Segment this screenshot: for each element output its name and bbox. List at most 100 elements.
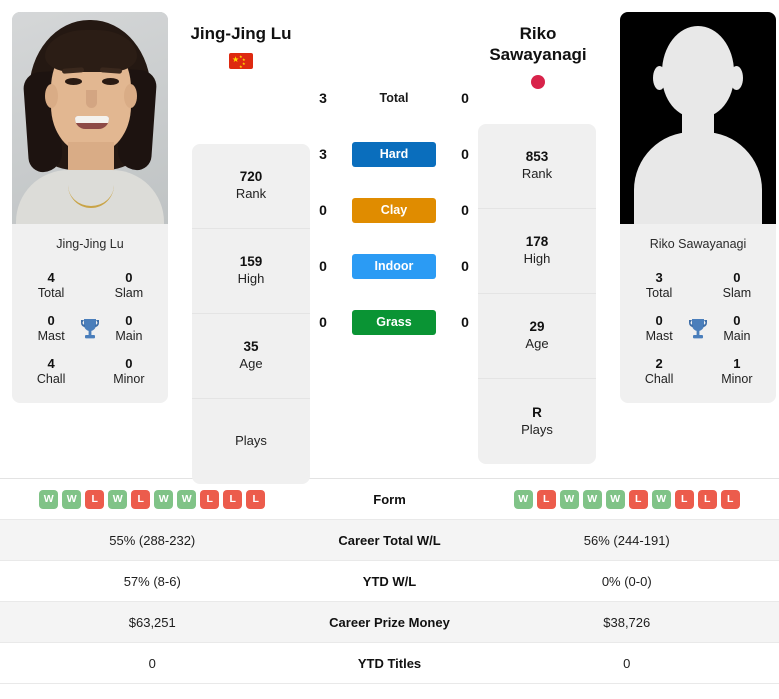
surface-label-grass[interactable]: Grass <box>352 309 436 335</box>
right-player-name-block: Riko Sawayanagi <box>473 24 603 90</box>
stat-main: 0 Main <box>115 313 143 343</box>
right-player-titles-grid: 3 Total 0 Slam 0 Mast 0 Main 2 Chall 1 M… <box>620 264 776 403</box>
left-player-meta-card: 720 Rank 159 High 35 Age Plays <box>192 144 310 484</box>
table-row: $63,251 Career Prize Money $38,726 <box>0 602 779 643</box>
form-badge-win[interactable]: W <box>651 489 671 509</box>
form-badge-win[interactable]: W <box>605 489 625 509</box>
right-value-cell: 0 <box>623 655 631 671</box>
right-player-photo <box>620 12 776 224</box>
stat-minor: 0 Minor <box>113 356 145 387</box>
left-player-name: Jing-Jing Lu <box>190 24 292 43</box>
left-player-card[interactable]: Jing-Jing Lu 4 Total 0 Slam 0 Mast 0 Mai… <box>12 12 168 404</box>
trophy-icon <box>78 317 102 341</box>
form-badge-loss[interactable]: L <box>536 489 556 509</box>
flag-china-icon: ★ ★ ★ ★ <box>229 52 253 69</box>
form-badge-loss[interactable]: L <box>246 489 266 509</box>
form-badge-win[interactable]: W <box>154 489 174 509</box>
left-surface-score: 0 <box>319 202 327 218</box>
surface-row-indoor: 0 Indoor 0 <box>310 238 478 294</box>
table-row: 0 YTD Titles 0 <box>0 643 779 684</box>
right-plays-item: R Plays <box>521 404 553 437</box>
table-row-label: Form <box>373 491 406 507</box>
stat-chall: 4 Chall <box>36 356 66 387</box>
right-value-cell: WLWWWLWLLL <box>475 489 779 509</box>
left-surface-score: 0 <box>319 314 327 330</box>
form-badge-loss[interactable]: L <box>697 489 717 509</box>
left-high-item: 159 High <box>192 229 310 314</box>
titles-row-chall-minor: 4 Chall 0 Minor <box>16 350 164 393</box>
left-value-cell: 57% (8-6) <box>123 573 181 589</box>
titles-row-chall-minor: 2 Chall 1 Minor <box>624 350 772 393</box>
right-surface-score: 0 <box>461 146 469 162</box>
comparison-table: W W L W L W W L L L Form W L W W W L W L L L 55% (288-232) Car… <box>0 478 779 684</box>
trophy-icon <box>686 317 710 341</box>
comparison-header: Jing-Jing Lu 4 Total 0 Slam 0 Mast 0 Mai… <box>0 0 779 484</box>
stat-chall: 2 Chall <box>644 356 674 387</box>
stat-main: 0 Main <box>723 313 751 343</box>
left-value-cell: 0 <box>148 655 156 671</box>
right-high-item: 178 High <box>478 209 596 294</box>
form-badge-loss[interactable]: L <box>720 489 740 509</box>
form-badge-win[interactable]: W <box>177 489 197 509</box>
form-badge-loss[interactable]: L <box>223 489 243 509</box>
table-row: W W L W L W W L L L Form W L W W W L W L L L <box>0 479 779 520</box>
left-surface-score: 0 <box>319 258 327 274</box>
left-surface-score: 3 <box>319 90 327 106</box>
left-value-cell: WWLWLWWLLL <box>0 489 305 509</box>
left-player-photo <box>12 12 168 224</box>
form-badge-win[interactable]: W <box>582 489 602 509</box>
form-badge-win[interactable]: W <box>39 489 59 509</box>
form-badge-loss[interactable]: L <box>200 489 220 509</box>
form-badge-win[interactable]: W <box>108 489 128 509</box>
player-comparison-page: Jing-Jing Lu 4 Total 0 Slam 0 Mast 0 Mai… <box>0 0 779 699</box>
form-badge-loss[interactable]: L <box>674 489 694 509</box>
surface-label-hard[interactable]: Hard <box>352 141 436 167</box>
stat-slam: 0 Slam <box>114 270 144 300</box>
surface-label-indoor[interactable]: Indoor <box>352 253 436 279</box>
stat-mast: 0 Mast <box>37 313 65 343</box>
surface-comparison-column: 3 Total 0 3 Hard 0 0 Clay 0 0 Indoor 0 0 Grass 0 <box>310 12 478 350</box>
left-rank-item: 720 Rank <box>192 144 310 229</box>
right-surface-score: 0 <box>461 258 469 274</box>
right-value-cell: 56% (244-191) <box>583 532 670 548</box>
right-surface-score: 0 <box>461 202 469 218</box>
form-badge-loss[interactable]: L <box>131 489 151 509</box>
table-row: 55% (288-232) Career Total W/L 56% (244-19… <box>0 520 779 561</box>
titles-row-total-slam: 4 Total 0 Slam <box>16 264 164 307</box>
right-player-name: Riko Sawayanagi <box>489 24 587 64</box>
titles-row-total-slam: 3 Total 0 Slam <box>624 264 772 307</box>
person-placeholder-icon <box>620 12 776 224</box>
right-surface-score: 0 <box>461 90 469 106</box>
form-badge-win[interactable]: W <box>513 489 533 509</box>
right-value-cell: 0% (0-0) <box>601 573 652 589</box>
right-form-strip: WLWWWLWLLL <box>513 489 740 509</box>
surface-label-clay[interactable]: Clay <box>352 197 436 223</box>
surface-rows: 3 Total 0 3 Hard 0 0 Clay 0 0 Indoor 0 0 Grass 0 <box>310 70 478 350</box>
table-row-label: Career Prize Money <box>329 614 450 630</box>
left-player-photo-caption: Jing-Jing Lu <box>56 237 124 251</box>
table-row-label: YTD W/L <box>362 573 417 589</box>
form-badge-loss[interactable]: L <box>628 489 648 509</box>
table-row-label: YTD Titles <box>357 655 422 671</box>
left-form-strip: WWLWLWWLLL <box>39 489 266 509</box>
left-age-item: 35 Age <box>192 314 310 399</box>
stat-slam: 0 Slam <box>722 270 752 300</box>
left-player-titles-grid: 4 Total 0 Slam 0 Mast 0 Main 4 Chall 0 M… <box>12 264 168 403</box>
flag-japan-icon <box>531 75 545 90</box>
titles-row-mast-main: 0 Mast 0 Main <box>16 307 164 350</box>
form-badge-win[interactable]: W <box>62 489 82 509</box>
titles-row-mast-main: 0 Mast 0 Main <box>624 307 772 350</box>
right-value-cell: $38,726 <box>603 614 651 630</box>
left-surface-score: 3 <box>319 146 327 162</box>
stat-mast: 0 Mast <box>645 313 673 343</box>
left-value-cell: 55% (288-232) <box>109 532 196 548</box>
table-row: 57% (8-6) YTD W/L 0% (0-0) <box>0 561 779 602</box>
right-rank-item: 853 Rank <box>478 124 596 209</box>
form-badge-loss[interactable]: L <box>85 489 105 509</box>
right-player-card[interactable]: Riko Sawayanagi 3 Total 0 Slam 0 Mast 0 … <box>620 12 776 404</box>
stat-total: 3 Total <box>645 270 673 300</box>
stat-minor: 1 Minor <box>721 356 753 387</box>
left-value-cell: $63,251 <box>128 614 176 630</box>
form-badge-win[interactable]: W <box>559 489 579 509</box>
surface-row-grass: 0 Grass 0 <box>310 294 478 350</box>
